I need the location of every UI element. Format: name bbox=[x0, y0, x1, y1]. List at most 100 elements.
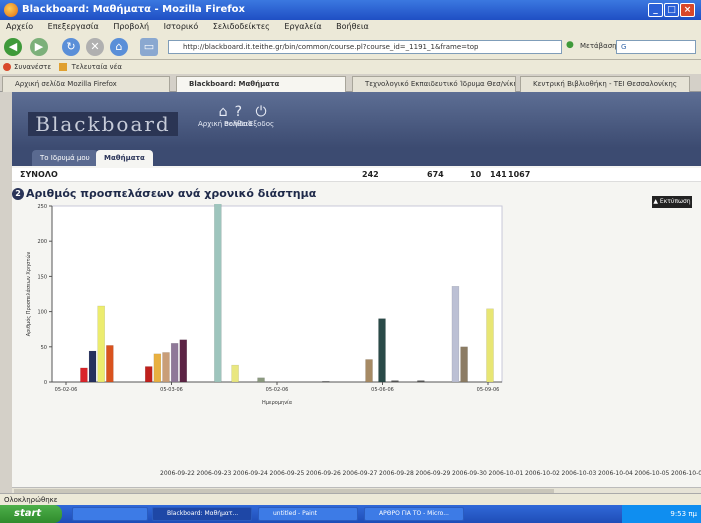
search-icon: G bbox=[621, 43, 627, 51]
y-tick-label: 100 bbox=[37, 310, 47, 316]
forward-icon[interactable]: ▶ bbox=[30, 38, 48, 56]
y-tick-label: 250 bbox=[37, 204, 47, 210]
logout-nav-button[interactable]: ⏻ Έξοδος bbox=[248, 104, 274, 128]
chart-bar bbox=[451, 286, 460, 383]
close-button[interactable]: × bbox=[680, 3, 695, 17]
chart-bar bbox=[153, 353, 162, 383]
minimize-button[interactable]: _ bbox=[648, 3, 663, 17]
start-button[interactable]: start bbox=[0, 505, 62, 523]
total-value: 242 bbox=[362, 170, 379, 179]
chart-bar bbox=[214, 204, 222, 383]
browser-tabs: Αρχική σελίδα Mozilla Firefox Blackboard… bbox=[0, 74, 701, 92]
date-label: 2006-10-06 bbox=[671, 470, 701, 477]
rss-icon bbox=[59, 63, 68, 71]
total-label: ΣΥΝΟΛΟ bbox=[20, 170, 58, 179]
tab-my-institution[interactable]: Το Ιδρυμά μου bbox=[32, 150, 98, 166]
taskbar-quicklaunch[interactable] bbox=[72, 507, 148, 521]
logout-icon: ⏻ bbox=[255, 104, 267, 120]
date-label: 2006-09-26 bbox=[306, 470, 341, 477]
y-axis-label: Αριθμός Προσπελάσεων Χρηστών bbox=[25, 251, 32, 336]
taskbar-item-firefox[interactable]: Blackboard: Μαθήματ... bbox=[152, 507, 252, 521]
menu-history[interactable]: Ιστορικό bbox=[164, 22, 199, 31]
tab-library[interactable]: Κεντρική Βιβλιοθήκη - ΤΕΙ Θεσσαλονίκης bbox=[520, 76, 690, 92]
menu-bar: Αρχείο Επεξεργασία Προβολή Ιστορικό Σελι… bbox=[0, 20, 701, 34]
bookmark-icon bbox=[3, 63, 11, 71]
date-label: 2006-09-22 bbox=[160, 470, 195, 477]
menu-bookmarks[interactable]: Σελιδοδείκτες bbox=[213, 22, 270, 31]
window-title: Blackboard: Μαθήματα - Mozilla Firefox bbox=[22, 4, 245, 15]
date-label: 2006-09-30 bbox=[452, 470, 487, 477]
date-label: 2006-09-23 bbox=[196, 470, 232, 477]
go-label[interactable]: Μετάβαση bbox=[580, 42, 617, 50]
y-tick-label: 50 bbox=[41, 345, 47, 351]
chart-bar bbox=[417, 380, 425, 383]
chart-bar bbox=[170, 343, 179, 383]
tab-teithe[interactable]: Τεχνολογικό Εκπαιδευτικό Ίδρυμα Θεσ/νίκη… bbox=[352, 76, 516, 92]
window-titlebar: Blackboard: Μαθήματα - Mozilla Firefox _… bbox=[0, 0, 701, 20]
tab-blackboard[interactable]: Blackboard: Μαθήματα bbox=[176, 76, 346, 92]
search-input[interactable]: G bbox=[616, 40, 696, 54]
total-row: ΣΥΝΟΛΟ 242 674 10 141 1067 bbox=[12, 168, 701, 182]
date-label: 2006-09-27 bbox=[342, 470, 378, 477]
maximize-button[interactable]: □ bbox=[664, 3, 679, 17]
x-tick-label: 05-09-06 bbox=[477, 387, 500, 393]
date-label: 2006-09-25 bbox=[269, 470, 305, 477]
address-bar[interactable]: http://blackboard.it.teithe.gr/bin/commo… bbox=[168, 40, 562, 54]
page-icon: ▭ bbox=[140, 38, 158, 56]
blackboard-logo: Blackboard bbox=[28, 112, 178, 136]
reload-icon[interactable]: ↻ bbox=[62, 38, 80, 56]
taskbar-item-paint[interactable]: untitled - Paint bbox=[258, 507, 358, 521]
section-title: 2 Αριθμός προσπελάσεων ανά χρονικό διάστ… bbox=[12, 184, 701, 204]
x-axis-label: Ημερομηνία bbox=[262, 399, 293, 406]
plot-area bbox=[51, 205, 503, 383]
x-tick-label: 05-03-06 bbox=[160, 387, 183, 393]
chart-bar bbox=[88, 350, 97, 383]
portal-tabs: Το Ιδρυμά μου Μαθήματα bbox=[12, 148, 701, 166]
back-icon[interactable]: ◀ bbox=[4, 38, 22, 56]
menu-file[interactable]: Αρχείο bbox=[6, 22, 33, 31]
chart-bar bbox=[231, 364, 239, 383]
y-tick-label: 150 bbox=[37, 274, 47, 280]
chart-bar bbox=[144, 366, 153, 383]
date-label: 2006-10-02 bbox=[525, 470, 560, 477]
chart-bar bbox=[97, 305, 105, 383]
menu-help[interactable]: Βοήθεια bbox=[336, 22, 369, 31]
system-tray: 9:53 πμ bbox=[622, 505, 701, 523]
go-icon[interactable]: ● bbox=[566, 40, 574, 50]
x-tick-label: 05-02-06 bbox=[266, 387, 289, 393]
menu-tools[interactable]: Εργαλεία bbox=[284, 22, 321, 31]
total-value: 674 bbox=[427, 170, 444, 179]
access-chart: 0 50 100 150 200 250 05-02-06 05-03-06 05-02-06 0… bbox=[25, 204, 503, 406]
chart-bar bbox=[257, 377, 265, 383]
total-value: 1067 bbox=[508, 170, 531, 179]
date-label: 2006-09-24 bbox=[233, 470, 268, 477]
x-tick-label: 05-02-06 bbox=[55, 387, 78, 393]
menu-edit[interactable]: Επεξεργασία bbox=[48, 22, 99, 31]
chart-bar bbox=[162, 352, 170, 383]
stop-icon[interactable]: ✕ bbox=[86, 38, 104, 56]
page-content: Blackboard ⌂ Αρχική σελίδα ? Βοήθεια ⏻ Έ… bbox=[12, 92, 701, 487]
y-tick-label: 0 bbox=[44, 380, 47, 386]
home-icon[interactable]: ⌂ bbox=[110, 38, 128, 56]
chart-bar bbox=[460, 346, 468, 383]
tab-firefox-home[interactable]: Αρχική σελίδα Mozilla Firefox bbox=[2, 76, 170, 92]
blackboard-header: Blackboard ⌂ Αρχική σελίδα ? Βοήθεια ⏻ Έ… bbox=[12, 92, 701, 148]
total-value: 10 bbox=[470, 170, 482, 179]
chart-bar bbox=[486, 308, 494, 383]
taskbar-item-word[interactable]: ΑΡΘΡΟ ΓΙΑ ΤΟ - Micro... bbox=[364, 507, 464, 521]
clock: 9:53 πμ bbox=[670, 510, 697, 518]
status-text: Ολοκληρώθηκε bbox=[4, 496, 58, 504]
date-label: 2006-10-03 bbox=[561, 470, 597, 477]
date-label: 2006-09-29 bbox=[415, 470, 451, 477]
chart-bar bbox=[378, 318, 386, 383]
tab-courses[interactable]: Μαθήματα bbox=[96, 150, 153, 166]
chart-bar bbox=[391, 380, 399, 383]
bookmark-item-1[interactable]: Τελευταία νέα bbox=[72, 63, 122, 71]
date-label: 2006-10-01 bbox=[488, 470, 524, 477]
menu-view[interactable]: Προβολή bbox=[113, 22, 149, 31]
chart-bar bbox=[80, 367, 88, 383]
chart-bar bbox=[179, 339, 188, 383]
navigation-toolbar: ◀ ▶ ↻ ✕ ⌂ ▭ http://blackboard.it.teithe.… bbox=[0, 34, 701, 60]
x-tick-label: 05-06-06 bbox=[371, 387, 394, 393]
bookmark-item-0[interactable]: Συνανέστε bbox=[14, 63, 51, 71]
